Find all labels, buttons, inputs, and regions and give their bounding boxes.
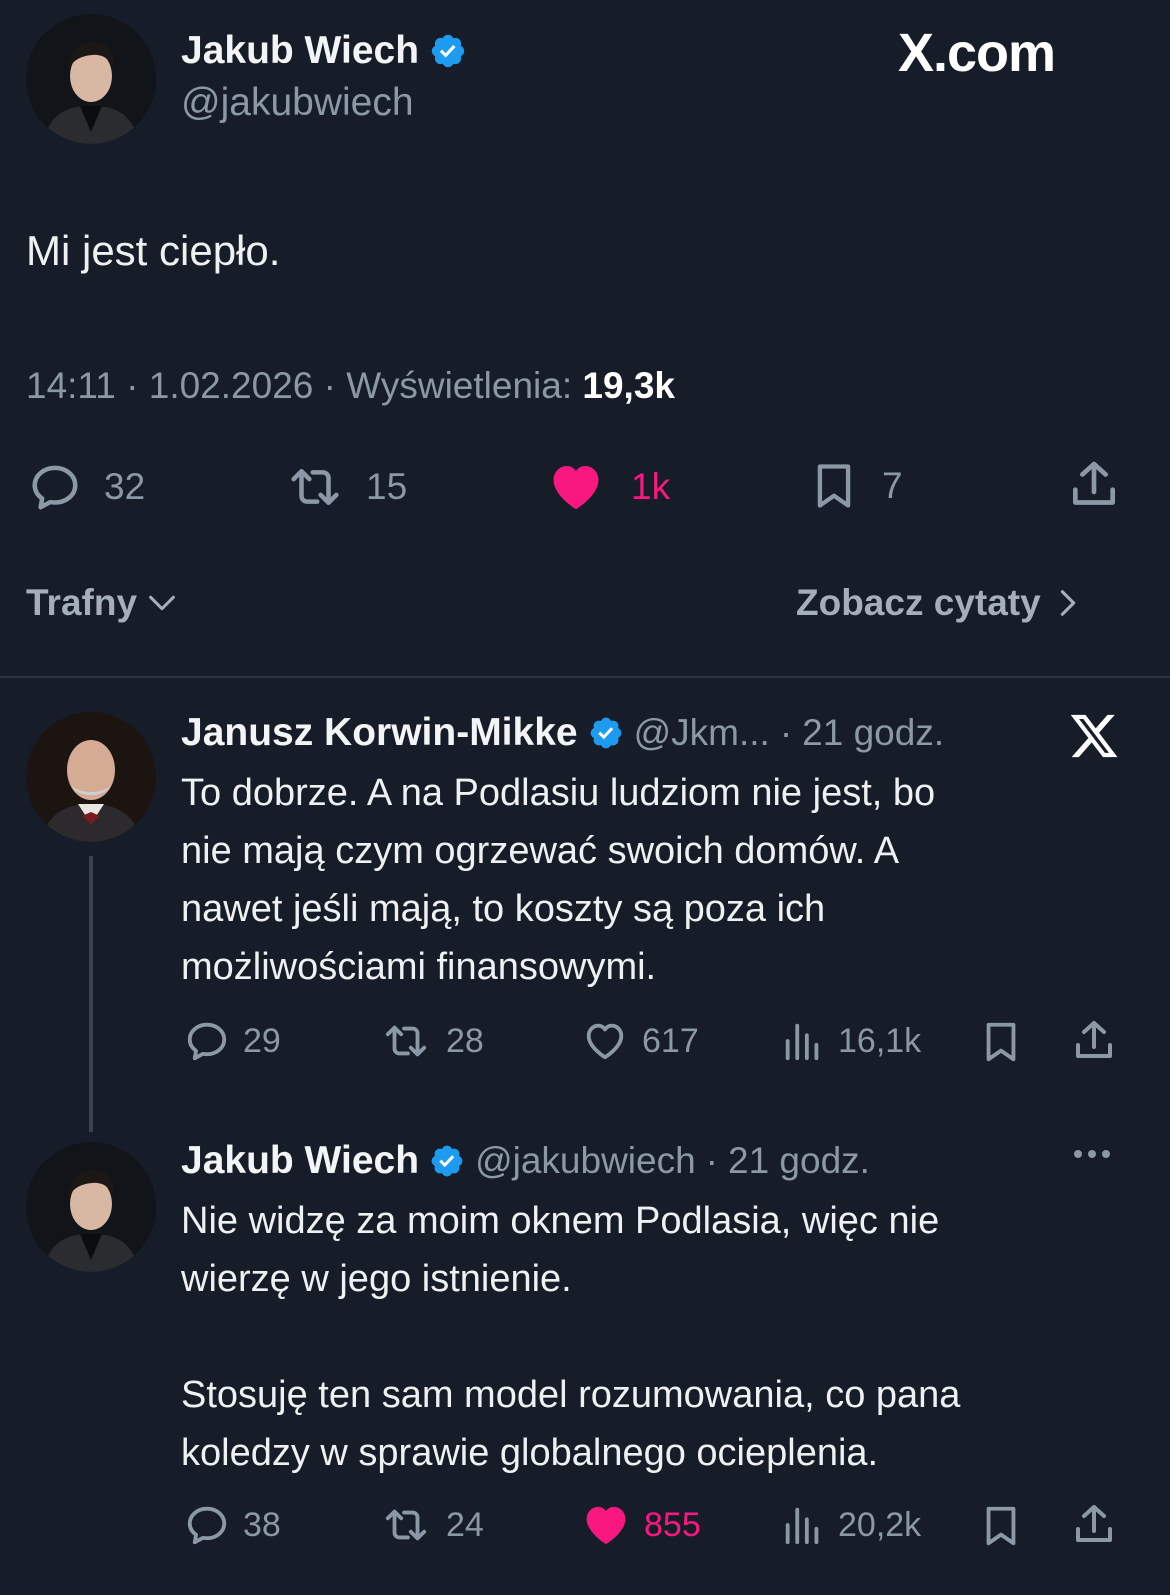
avatar-jakub-wiech[interactable] xyxy=(26,1142,156,1272)
views-count: 19,3k xyxy=(582,365,675,406)
author-handle[interactable]: @jakubwiech xyxy=(181,80,414,126)
sort-label: Trafny xyxy=(26,582,138,623)
reply-text-line: możliwościami finansowymi. xyxy=(181,946,657,988)
tweet-text: Mi jest ciepło. xyxy=(26,227,281,274)
reply-text: To dobrze. A na Podlasiu ludziom nie jes… xyxy=(181,764,935,996)
author-name[interactable]: Jakub Wiech xyxy=(181,28,419,74)
repost-icon xyxy=(378,1018,434,1064)
views-button[interactable]: 20,2k xyxy=(780,1502,921,1548)
author-handle[interactable]: @Jkm... xyxy=(634,712,770,754)
reply-text-line: wierzę w jego istnienie. xyxy=(181,1258,572,1300)
reply-text-line: nawet jeśli mają, to koszty są poza ich xyxy=(181,888,826,930)
meta-separator: · xyxy=(323,365,336,406)
reply-button[interactable]: 38 xyxy=(183,1502,281,1548)
bookmark-icon xyxy=(978,1018,1024,1066)
heart-icon xyxy=(580,1500,632,1550)
verified-badge-icon xyxy=(429,32,467,70)
repost-count: 15 xyxy=(366,466,408,507)
bookmark-button[interactable]: 7 xyxy=(808,458,903,514)
reply-button[interactable]: 32 xyxy=(26,460,145,514)
tweet-meta: 14:11 · 1.02.2026 · Wyświetlenia: 19,3k xyxy=(26,364,675,408)
reply-text-line: koledzy w sprawie globalnego ocieplenia. xyxy=(181,1432,879,1474)
reply-text-line: To dobrze. A na Podlasiu ludziom nie jes… xyxy=(181,772,936,814)
repost-count: 28 xyxy=(446,1021,484,1060)
verified-badge-icon xyxy=(429,1143,465,1179)
reply-text-line: nie mają czym ogrzewać swoich domów. A xyxy=(181,830,900,872)
views-count: 20,2k xyxy=(838,1505,922,1544)
tweet-date[interactable]: 1.02.2026 xyxy=(149,365,314,406)
more-icon[interactable] xyxy=(1074,1150,1110,1158)
repost-count: 24 xyxy=(446,1505,484,1544)
views-icon xyxy=(780,1502,826,1548)
like-button[interactable]: 855 xyxy=(580,1500,701,1550)
author-name[interactable]: Jakub Wiech xyxy=(181,1138,419,1184)
author-handle[interactable]: @jakubwiech xyxy=(475,1140,696,1182)
views-button[interactable]: 16,1k xyxy=(780,1018,921,1064)
share-icon xyxy=(1066,456,1122,514)
heart-icon xyxy=(580,1018,630,1064)
avatar-portrait xyxy=(26,712,156,842)
repost-icon xyxy=(378,1502,434,1548)
sort-dropdown[interactable]: Trafny xyxy=(26,582,179,624)
avatar-jakub-wiech[interactable] xyxy=(26,14,156,144)
share-button[interactable] xyxy=(1066,456,1122,519)
bookmark-count: 7 xyxy=(882,465,903,506)
like-button[interactable]: 617 xyxy=(580,1018,699,1064)
reply-text-line: Stosuję ten sam model rozumowania, co pa… xyxy=(181,1374,961,1416)
like-count: 855 xyxy=(644,1505,701,1544)
avatar-portrait xyxy=(26,14,156,144)
heart-icon xyxy=(545,458,607,516)
reply-count: 38 xyxy=(243,1505,281,1544)
reply-time[interactable]: 21 godz. xyxy=(728,1140,870,1182)
reply-icon xyxy=(183,1018,231,1064)
reply-text-line: Nie widzę za moim oknem Podlasia, więc n… xyxy=(181,1200,940,1242)
reply-icon xyxy=(26,460,84,514)
dot-separator: · xyxy=(779,712,793,753)
like-count: 1k xyxy=(631,466,671,507)
tweet-time[interactable]: 14:11 xyxy=(26,365,116,406)
views-label: Wyświetlenia: xyxy=(346,365,573,406)
views-count: 16,1k xyxy=(838,1021,922,1060)
meta-separator: · xyxy=(126,365,139,406)
repost-button[interactable]: 24 xyxy=(378,1502,484,1548)
bookmark-button[interactable] xyxy=(978,1502,1024,1555)
reply-icon xyxy=(183,1502,231,1548)
reply-count: 29 xyxy=(243,1021,281,1060)
views-icon xyxy=(780,1018,826,1064)
divider xyxy=(0,676,1170,678)
avatar-portrait xyxy=(26,1142,156,1272)
share-button[interactable] xyxy=(1070,1016,1118,1071)
author-name[interactable]: Janusz Korwin-Mikke xyxy=(181,710,578,756)
reply-text-line xyxy=(181,1308,960,1366)
like-count: 617 xyxy=(642,1021,699,1060)
verified-badge-icon xyxy=(588,715,624,751)
like-button[interactable]: 1k xyxy=(545,458,670,516)
share-icon xyxy=(1070,1016,1118,1066)
dot-separator: · xyxy=(705,1140,718,1181)
chevron-down-icon xyxy=(149,595,175,611)
reply-count: 32 xyxy=(104,466,146,507)
x-logo-icon xyxy=(1068,710,1120,767)
bookmark-icon xyxy=(978,1502,1024,1550)
chevron-right-icon xyxy=(1060,590,1075,616)
bookmark-button[interactable] xyxy=(978,1018,1024,1071)
x-com-watermark: X.com xyxy=(898,23,1056,83)
bookmark-icon xyxy=(808,458,860,514)
see-quotes-link[interactable]: Zobacz cytaty xyxy=(796,582,1085,624)
reply-time[interactable]: 21 godz. xyxy=(802,712,944,754)
share-icon xyxy=(1070,1500,1118,1550)
repost-icon xyxy=(282,460,348,514)
share-button[interactable] xyxy=(1070,1500,1118,1555)
thread-connector-line xyxy=(89,856,93,1132)
avatar-janusz-korwin-mikke[interactable] xyxy=(26,712,156,842)
repost-button[interactable]: 15 xyxy=(282,460,407,514)
reply-text: Nie widzę za moim oknem Podlasia, więc n… xyxy=(181,1192,960,1482)
see-quotes-label: Zobacz cytaty xyxy=(796,582,1041,623)
repost-button[interactable]: 28 xyxy=(378,1018,484,1064)
reply-button[interactable]: 29 xyxy=(183,1018,281,1064)
